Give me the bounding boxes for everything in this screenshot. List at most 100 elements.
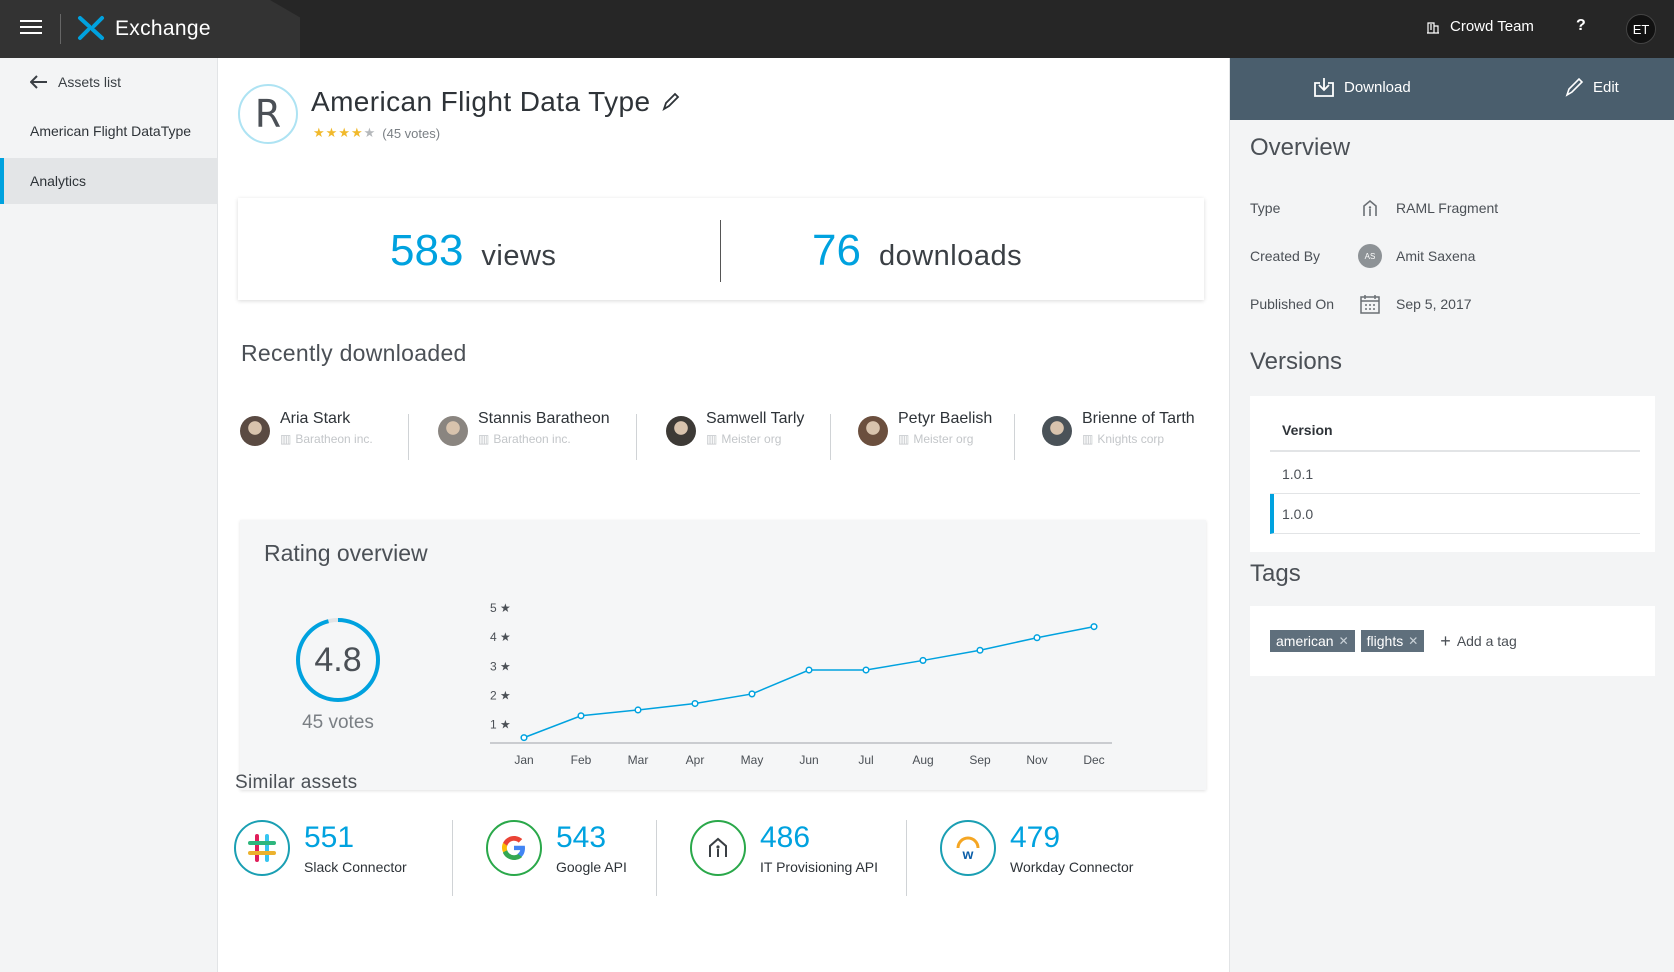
similar-divider <box>656 820 657 896</box>
versions-heading: Versions <box>1250 348 1343 375</box>
star-icon: ★ <box>350 125 364 140</box>
person-divider <box>1014 414 1015 460</box>
published-label: Published On <box>1250 296 1335 312</box>
list-item[interactable]: Stannis Baratheon ▥ Baratheon inc. <box>438 410 610 446</box>
data-point <box>919 656 927 664</box>
list-item[interactable]: Aria Stark ▥ Baratheon inc. <box>240 410 373 446</box>
app-brand[interactable]: Exchange <box>115 17 211 41</box>
similar-name: Workday Connector <box>1010 859 1134 875</box>
calendar-icon <box>1360 295 1380 314</box>
plus-icon: + <box>1440 630 1451 651</box>
team-selector[interactable]: Crowd Team <box>1426 18 1534 35</box>
building-icon: ▥ <box>706 432 718 446</box>
data-point <box>862 666 870 674</box>
similar-count: 479 <box>1010 821 1061 854</box>
similar-divider <box>906 820 907 896</box>
x-tick-label: Nov <box>1026 753 1047 767</box>
tag-label: flights <box>1366 633 1404 649</box>
x-tick-label: Jul <box>858 753 873 767</box>
rating-overview-card: Rating overview 4.8 45 votes 1 ★ 2 ★ 3 ★ 4 … <box>240 520 1206 790</box>
x-tick-label: Jan <box>514 753 533 767</box>
list-item[interactable]: Brienne of Tarth ▥ Knights corp <box>1042 410 1195 446</box>
rating-votes: 45 votes <box>302 712 374 733</box>
data-point <box>691 699 699 708</box>
sidebar-item-asset[interactable]: American Flight DataType <box>0 108 218 154</box>
building-icon: ▥ <box>478 432 490 446</box>
data-point <box>805 666 813 674</box>
asset-title: American Flight Data Type <box>311 86 651 117</box>
avatar <box>666 416 696 446</box>
type-label: Type <box>1250 200 1281 216</box>
list-item[interactable]: Samwell Tarly ▥ Meister org <box>666 410 804 446</box>
overview-type-row: Type RAML Fragment <box>1250 194 1650 222</box>
avatar <box>438 416 468 446</box>
created-value[interactable]: Amit Saxena <box>1396 248 1475 264</box>
person-divider <box>830 414 831 460</box>
close-icon[interactable]: ✕ <box>1408 634 1418 648</box>
similar-asset-it-provisioning[interactable]: 486 IT Provisioning API <box>690 820 878 876</box>
similar-asset-slack[interactable]: 551 Slack Connector <box>234 820 407 876</box>
y-tick-label: 4 ★ <box>490 630 511 644</box>
details-panel: Download Edit Overview Type RAML Fragmen… <box>1229 58 1674 972</box>
person-org: Baratheon inc. <box>493 432 571 446</box>
similar-count: 543 <box>556 821 607 854</box>
data-point <box>976 646 984 654</box>
tag-chip[interactable]: flights ✕ <box>1360 630 1425 652</box>
y-tick-label: 3 ★ <box>490 659 511 673</box>
stats-divider <box>720 220 721 282</box>
building-icon: ▥ <box>1082 432 1094 446</box>
person-org: Meister org <box>721 432 782 446</box>
tag-chip[interactable]: american ✕ <box>1270 630 1355 652</box>
tag-label: american <box>1276 633 1334 649</box>
exchange-logo-icon[interactable] <box>77 14 105 42</box>
workday-icon: w <box>940 820 996 876</box>
downloads-stat: 76 downloads <box>812 226 1022 276</box>
add-tag-button[interactable]: + Add a tag <box>1440 631 1516 652</box>
sidebar-item-analytics[interactable]: Analytics <box>0 158 218 204</box>
star-icon: ★ <box>363 125 377 140</box>
sidebar: Assets list American Flight DataType Ana… <box>0 58 218 972</box>
download-button[interactable]: Download <box>1312 76 1411 98</box>
avatar <box>858 416 888 446</box>
person-divider <box>408 414 409 460</box>
x-tick-label: May <box>741 753 764 767</box>
similar-name: IT Provisioning API <box>760 859 879 875</box>
y-tick-label: 1 ★ <box>490 718 511 732</box>
downloads-label: downloads <box>878 240 1023 272</box>
similar-assets-list: 551 Slack Connector 543 Google API 486 I… <box>234 820 1214 904</box>
recently-downloaded-heading: Recently downloaded <box>241 340 467 366</box>
table-row[interactable]: 1.0.1 <box>1270 454 1640 494</box>
close-icon[interactable]: ✕ <box>1339 634 1349 648</box>
avatar <box>1042 416 1072 446</box>
rating-score: 4.8 <box>314 640 362 679</box>
rating-line-chart: 1 ★ 2 ★ 3 ★ 4 ★ 5 ★ Jan Feb Mar Apr May Jun Jul Aug S… <box>490 601 1112 767</box>
y-tick-label: 5 ★ <box>490 601 511 615</box>
similar-count: 486 <box>760 821 811 854</box>
edit-button[interactable]: Edit <box>1563 76 1619 98</box>
building-icon <box>1427 21 1439 34</box>
data-point <box>520 734 528 742</box>
pencil-icon[interactable] <box>660 91 680 113</box>
table-row[interactable]: 1.0.0 <box>1270 494 1640 534</box>
person-org: Meister org <box>913 432 974 446</box>
data-point <box>1033 634 1041 642</box>
overview-published-row: Published On Sep 5, 2017 <box>1250 290 1650 318</box>
building-icon: ▥ <box>898 432 910 446</box>
similar-asset-workday[interactable]: w 479 Workday Connector <box>940 820 1133 876</box>
tags-box: american ✕ flights ✕ + Add a tag <box>1250 606 1655 676</box>
person-name: Aria Stark <box>280 410 351 427</box>
created-label: Created By <box>1250 248 1321 264</box>
rating-overview-heading: Rating overview <box>264 540 428 566</box>
help-button[interactable]: ? <box>1576 17 1586 35</box>
similar-asset-google[interactable]: 543 Google API <box>486 820 627 876</box>
list-item[interactable]: Petyr Baelish ▥ Meister org <box>858 410 992 446</box>
top-bar-separator <box>60 14 61 44</box>
avatar: AS <box>1358 244 1382 268</box>
downloads-count: 76 <box>812 226 861 275</box>
similar-name: Slack Connector <box>304 859 407 875</box>
hamburger-menu-icon[interactable] <box>20 17 42 39</box>
back-to-assets-link[interactable]: Assets list <box>30 74 121 90</box>
user-avatar[interactable]: ET <box>1626 14 1656 44</box>
asset-rating[interactable]: ★★★★★ (45 votes) <box>313 125 440 141</box>
building-icon: ▥ <box>280 432 292 446</box>
